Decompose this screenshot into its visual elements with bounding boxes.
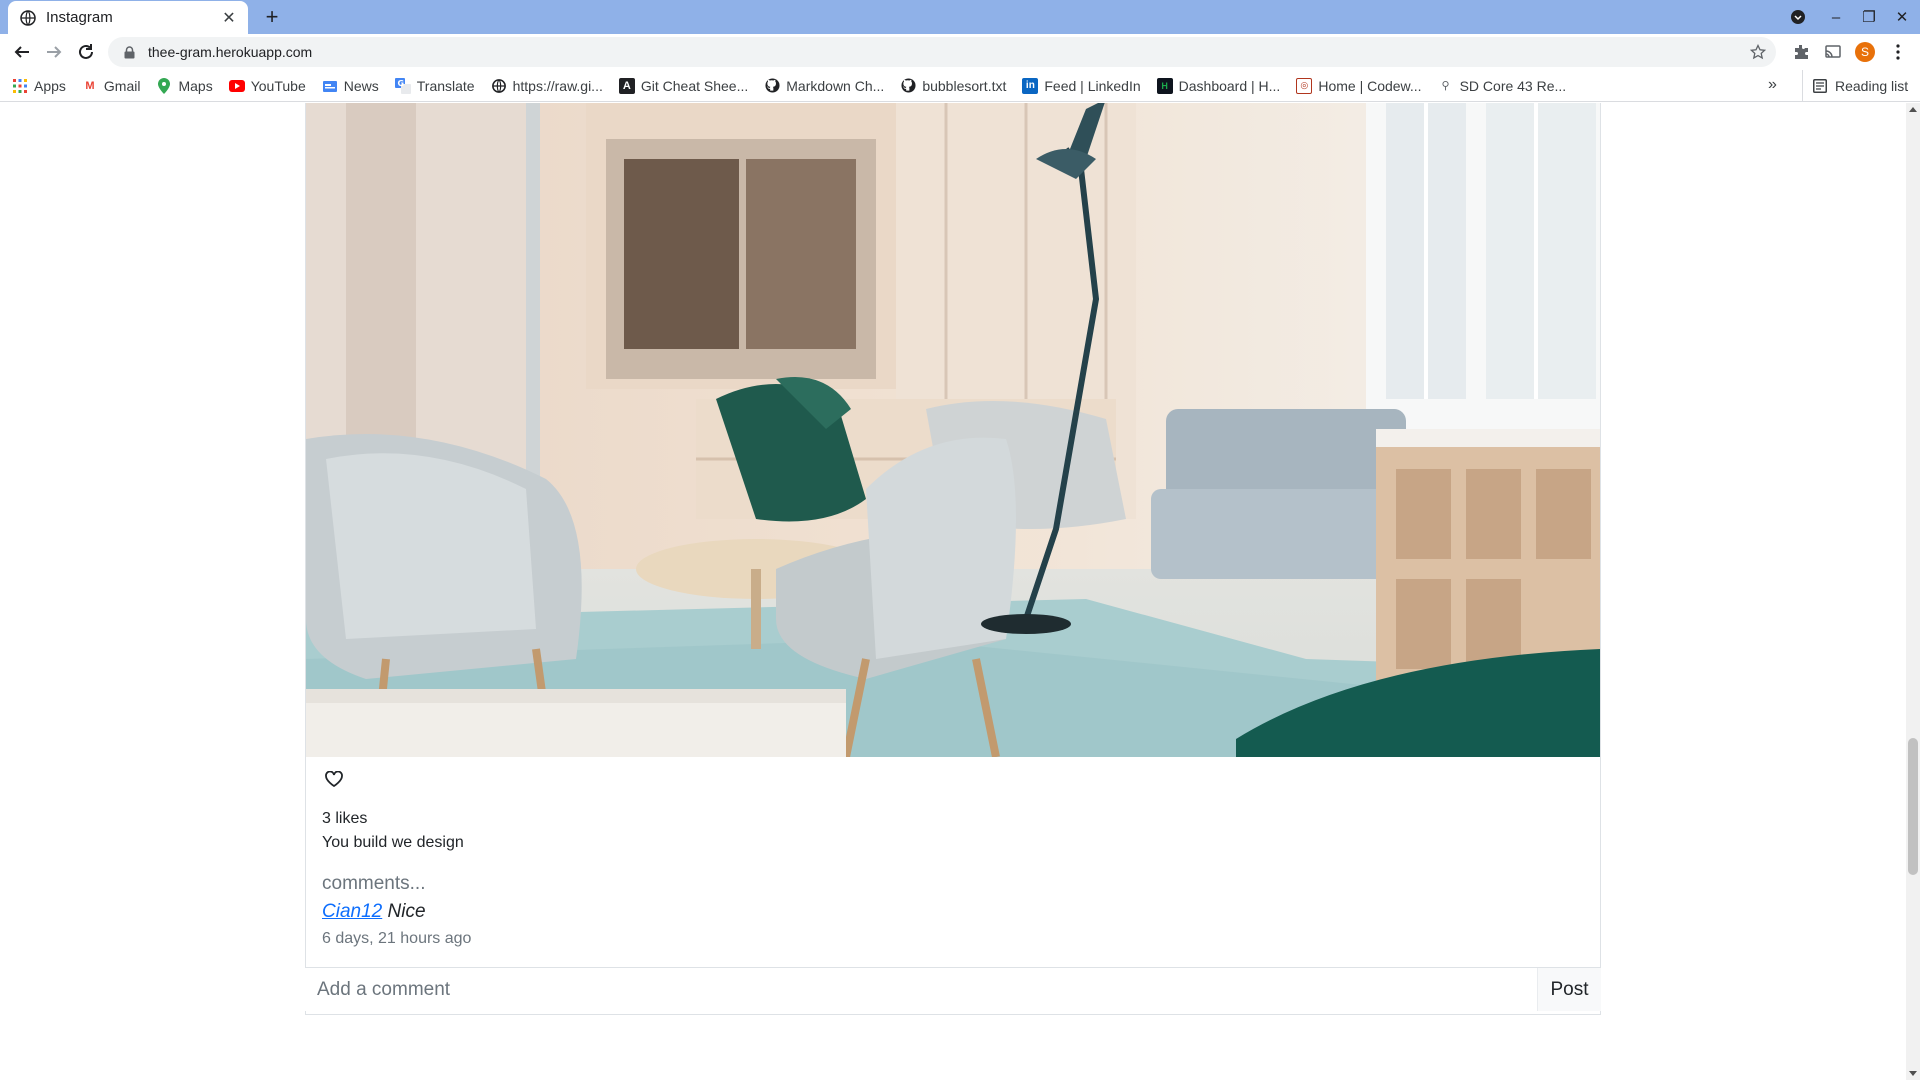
youtube-icon (228, 78, 245, 94)
post-comment-button[interactable]: Post (1537, 968, 1601, 1011)
profile-avatar[interactable]: S (1855, 42, 1875, 62)
post-card: 3 likes You build we design comments... … (305, 103, 1601, 1015)
bookmark-sd-core[interactable]: ⚲ SD Core 43 Re... (1438, 78, 1567, 94)
apps-grid-icon (12, 78, 28, 94)
post-timestamp: 6 days, 21 hours ago (322, 930, 472, 947)
linkedin-icon: in (1022, 77, 1039, 94)
scrollbar-thumb[interactable] (1908, 738, 1918, 875)
gmail-icon: M (85, 79, 95, 92)
reload-icon[interactable] (74, 40, 98, 64)
bookmark-markdown-cheatsheet[interactable]: Markdown Ch... (764, 78, 884, 94)
bookmark-label: https://raw.gi... (512, 77, 603, 94)
close-tab-icon[interactable]: ✕ (220, 9, 238, 27)
bookmark-label: Home | Codew... (1318, 77, 1422, 94)
bookmarks-bar: Apps M Gmail Maps YouTube News G Transla… (0, 70, 1920, 102)
github-icon (900, 78, 916, 94)
bookmark-maps[interactable]: Maps (156, 77, 213, 94)
bookmark-label: Maps (178, 77, 213, 94)
bookmark-label: Gmail (103, 77, 141, 94)
bookmark-label: Apps (34, 77, 66, 94)
comment-form: Post (305, 967, 1601, 1011)
bookmark-star-icon[interactable] (1749, 43, 1767, 60)
scroll-down-arrow-icon[interactable] (1909, 1071, 1917, 1076)
page-scrollbar[interactable] (1906, 103, 1920, 1080)
globe-icon (20, 9, 36, 26)
tab-title: Instagram (46, 9, 113, 26)
bookmark-label: bubblesort.txt (922, 77, 1007, 94)
bookmark-label: Git Cheat Shee... (640, 77, 749, 94)
bookmark-hackerrank[interactable]: H Dashboard | H... (1156, 77, 1281, 94)
minimize-icon[interactable]: – (1825, 6, 1847, 28)
atlassian-icon: A (618, 77, 635, 94)
scroll-up-arrow-icon[interactable] (1909, 107, 1917, 112)
reading-list-label: Reading list (1835, 78, 1909, 94)
restore-icon[interactable]: ❐ (1858, 6, 1880, 28)
bookmark-youtube[interactable]: YouTube (228, 77, 306, 94)
codewars-icon: ◎ (1296, 77, 1313, 94)
bookmarks-overflow-button[interactable]: » (1768, 76, 1777, 94)
bookmark-bubblesort[interactable]: bubblesort.txt (900, 78, 1006, 94)
reading-list-button[interactable]: Reading list (1802, 70, 1908, 102)
cast-icon[interactable] (1823, 42, 1843, 62)
globe-icon (491, 78, 507, 94)
address-bar[interactable]: thee-gram.herokuapp.com (108, 37, 1776, 67)
new-tab-button[interactable]: + (260, 4, 284, 29)
bookmark-label: News (343, 77, 379, 94)
bookmark-raw-github[interactable]: https://raw.gi... (491, 78, 603, 94)
bookmark-label: SD Core 43 Re... (1459, 77, 1567, 94)
bookmark-label: Feed | LinkedIn (1044, 77, 1141, 94)
news-icon (322, 78, 338, 94)
post-image[interactable] (306, 103, 1600, 757)
hackerrank-icon: H (1156, 77, 1173, 94)
bookmark-label: Markdown Ch... (786, 77, 885, 94)
comment-text: Nice (387, 901, 426, 922)
translate-icon: G (394, 77, 411, 94)
comments-heading: comments... (322, 873, 426, 894)
bookmark-git-cheat-sheet[interactable]: A Git Cheat Shee... (618, 77, 749, 94)
bookmark-translate[interactable]: G Translate (394, 77, 475, 94)
browser-toolbar: thee-gram.herokuapp.com S (0, 34, 1920, 70)
bookmark-apps[interactable]: Apps (12, 78, 66, 94)
forward-arrow-icon[interactable] (42, 40, 66, 64)
post-caption: You build we design (322, 834, 464, 851)
like-heart-icon[interactable] (322, 767, 346, 791)
svg-text:G: G (397, 79, 404, 88)
post-body: 3 likes You build we design comments... … (322, 767, 1582, 951)
close-window-icon[interactable]: ✕ (1891, 6, 1913, 28)
extensions-icon[interactable] (1791, 42, 1811, 62)
bookmark-linkedin[interactable]: in Feed | LinkedIn (1022, 77, 1141, 94)
bookmark-news[interactable]: News (322, 78, 379, 94)
kebab-menu-icon[interactable] (1888, 42, 1908, 62)
bookmark-gmail[interactable]: M Gmail (82, 77, 141, 94)
likes-count: 3 likes (322, 810, 368, 827)
github-icon (764, 78, 780, 94)
reading-list-icon (1813, 79, 1827, 93)
tab-strip: Instagram ✕ + – ❐ ✕ (0, 0, 1920, 34)
tab-search-icon[interactable] (1787, 6, 1809, 28)
lock-icon[interactable] (122, 45, 136, 59)
pin-icon: ⚲ (1441, 80, 1450, 92)
bookmark-label: Translate (416, 77, 475, 94)
bookmark-codewars[interactable]: ◎ Home | Codew... (1296, 77, 1422, 94)
page-viewport: 3 likes You build we design comments... … (0, 103, 1906, 1080)
bookmark-label: YouTube (250, 77, 306, 94)
back-arrow-icon[interactable] (10, 40, 34, 64)
comment-input[interactable] (305, 968, 1537, 1011)
url-text: thee-gram.herokuapp.com (148, 44, 313, 60)
comment-item: Cian12 Nice (322, 897, 1582, 927)
maps-icon (156, 77, 172, 94)
tab-instagram[interactable]: Instagram ✕ (8, 1, 248, 34)
comment-username-link[interactable]: Cian12 (322, 901, 382, 922)
bookmark-label: Dashboard | H... (1178, 77, 1281, 94)
